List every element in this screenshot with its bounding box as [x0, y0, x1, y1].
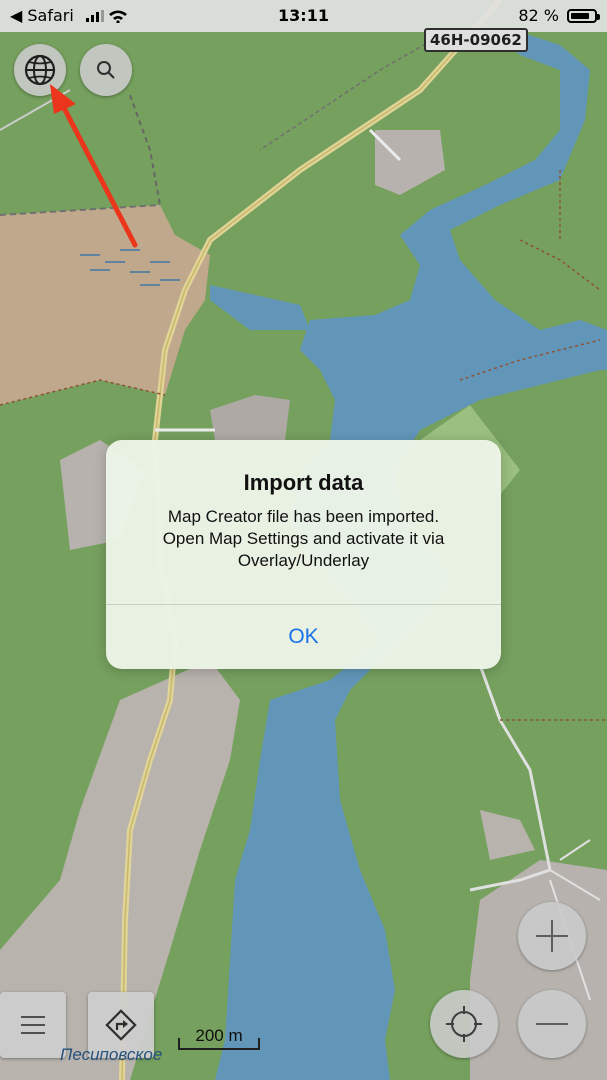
ok-button[interactable]: OK — [106, 605, 501, 669]
alert-message: Map Creator file has been imported. Open… — [162, 507, 445, 570]
import-data-alert: Import data Map Creator file has been im… — [106, 440, 501, 669]
alert-title: Import data — [243, 470, 364, 495]
